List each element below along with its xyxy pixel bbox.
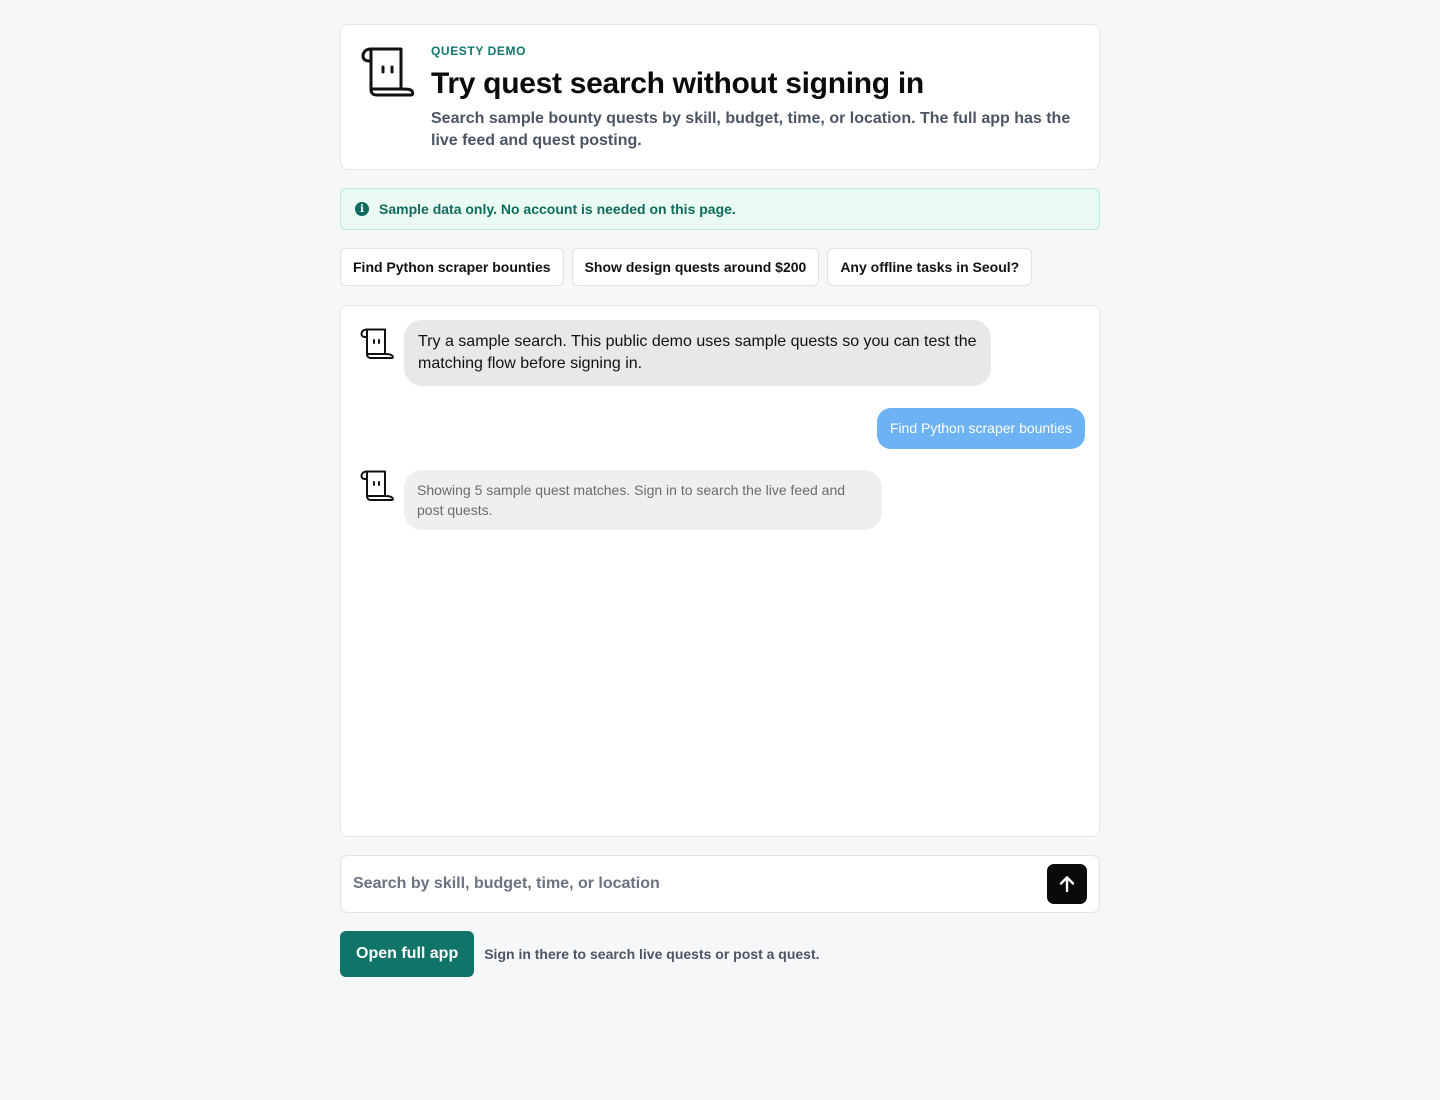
page-title: Try quest search without signing in: [431, 67, 924, 100]
hero-card: QUESTY DEMO Try quest search without sig…: [340, 24, 1100, 170]
send-button[interactable]: [1047, 864, 1087, 904]
assistant-message: Try a sample search. This public demo us…: [404, 320, 991, 386]
assistant-avatar-icon: [360, 328, 394, 359]
search-input[interactable]: [353, 870, 1033, 898]
scroll-mascot-icon: [361, 47, 415, 97]
assistant-avatar-icon: [360, 470, 394, 501]
assistant-message: Showing 5 sample quest matches. Sign in …: [404, 470, 882, 530]
open-full-app-button[interactable]: Open full app: [340, 931, 475, 977]
sample-data-notice: i Sample data only. No account is needed…: [340, 188, 1100, 230]
search-bar: [340, 855, 1100, 913]
demo-page: QUESTY DEMO Try quest search without sig…: [340, 24, 1100, 977]
chat-panel: Try a sample search. This public demo us…: [340, 305, 1100, 837]
suggestion-chips: Find Python scraper bounties Show design…: [340, 248, 1033, 286]
page-description: Search sample bounty quests by skill, bu…: [431, 110, 1071, 149]
suggestion-chip-seoul[interactable]: Any offline tasks in Seoul?: [827, 248, 1033, 286]
arrow-up-icon: [1059, 876, 1075, 893]
brand-eyebrow: QUESTY DEMO: [431, 44, 527, 58]
sign-in-note: Sign in there to search live quests or p…: [484, 946, 820, 962]
info-icon: i: [355, 202, 369, 216]
user-message: Find Python scraper bounties: [876, 408, 1085, 449]
notice-text: Sample data only. No account is needed o…: [379, 201, 736, 217]
footer-actions: Open full app Sign in there to search li…: [340, 931, 820, 977]
suggestion-chip-design[interactable]: Show design quests around $200: [571, 248, 820, 286]
suggestion-chip-python[interactable]: Find Python scraper bounties: [340, 248, 564, 286]
